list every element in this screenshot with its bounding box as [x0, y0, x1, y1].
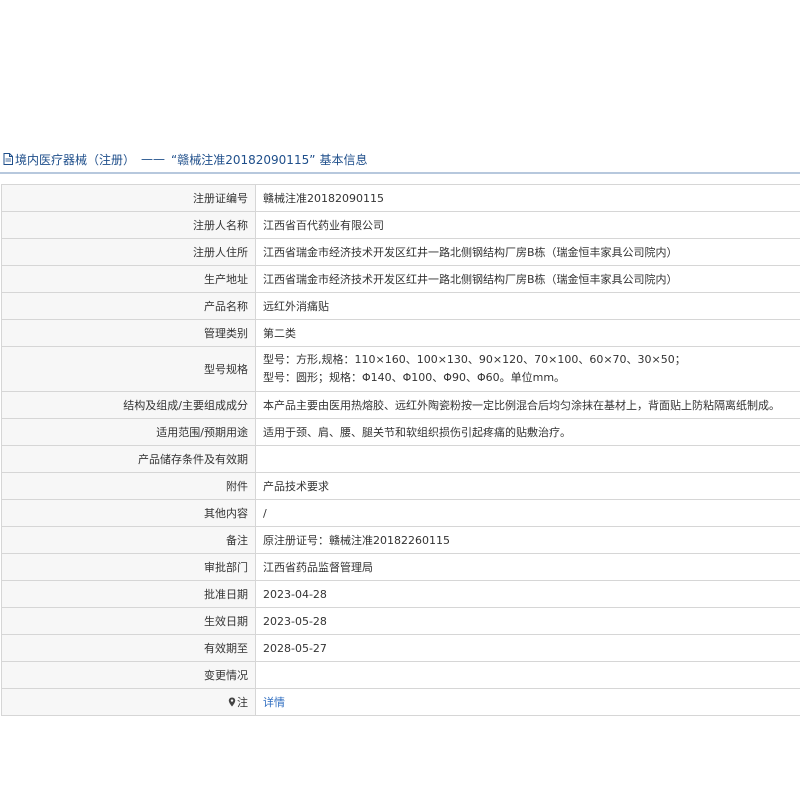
field-label: 批准日期: [1, 580, 256, 608]
note-label: 注: [1, 688, 256, 716]
field-label: 产品名称: [1, 292, 256, 320]
field-label: 注册证编号: [1, 184, 256, 212]
table-row: 注 详情: [1, 688, 800, 716]
table-row: 注册人住所 江西省瑞金市经济技术开发区红井一路北侧钢结构厂房B栋（瑞金恒丰家具公…: [1, 238, 800, 266]
table-row: 型号规格 型号：方形,规格：110×160、100×130、90×120、70×…: [1, 346, 800, 392]
field-value: 江西省瑞金市经济技术开发区红井一路北侧钢结构厂房B栋（瑞金恒丰家具公司院内）: [255, 265, 800, 293]
table-row: 有效期至 2028-05-27: [1, 634, 800, 662]
field-label: 生产地址: [1, 265, 256, 293]
field-value: [255, 661, 800, 689]
field-value: 本产品主要由医用热熔胶、远红外陶瓷粉按一定比例混合后均匀涂抹在基材上，背面贴上防…: [255, 391, 800, 419]
field-label: 注册人住所: [1, 238, 256, 266]
field-label: 备注: [1, 526, 256, 554]
field-label: 适用范围/预期用途: [1, 418, 256, 446]
table-row: 附件 产品技术要求: [1, 472, 800, 500]
table-row: 批准日期 2023-04-28: [1, 580, 800, 608]
field-label: 其他内容: [1, 499, 256, 527]
note-label-text: 注: [237, 696, 248, 709]
table-row: 产品储存条件及有效期: [1, 445, 800, 473]
field-value: 第二类: [255, 319, 800, 347]
title-registration-number: “赣械注准20182090115”: [171, 152, 316, 167]
title-suffix: 基本信息: [319, 152, 368, 167]
table-row: 管理类别 第二类: [1, 319, 800, 347]
table-row: 注册人名称 江西省百代药业有限公司: [1, 211, 800, 239]
basic-info-table: 注册证编号 赣械注准20182090115 注册人名称 江西省百代药业有限公司 …: [1, 184, 800, 716]
field-value: [255, 445, 800, 473]
model-spec-line: 型号：方形,规格：110×160、100×130、90×120、70×100、6…: [263, 353, 686, 366]
field-value: 2023-05-28: [255, 607, 800, 635]
field-value: 远红外消痛贴: [255, 292, 800, 320]
field-label: 附件: [1, 472, 256, 500]
title-divider: [0, 172, 800, 174]
field-value: 2028-05-27: [255, 634, 800, 662]
table-row: 备注 原注册证号：赣械注准20182260115: [1, 526, 800, 554]
field-label: 注册人名称: [1, 211, 256, 239]
table-row: 变更情况: [1, 661, 800, 689]
field-value: 详情: [255, 688, 800, 716]
table-row: 其他内容 /: [1, 499, 800, 527]
field-label: 变更情况: [1, 661, 256, 689]
field-value: 江西省瑞金市经济技术开发区红井一路北侧钢结构厂房B栋（瑞金恒丰家具公司院内）: [255, 238, 800, 266]
table-row: 生效日期 2023-05-28: [1, 607, 800, 635]
table-row: 生产地址 江西省瑞金市经济技术开发区红井一路北侧钢结构厂房B栋（瑞金恒丰家具公司…: [1, 265, 800, 293]
field-value: 赣械注准20182090115: [255, 184, 800, 212]
page-title: 境内医疗器械（注册） —— “赣械注准20182090115” 基本信息: [0, 146, 800, 172]
pin-icon: [228, 697, 236, 707]
title-category: 境内医疗器械（注册）: [15, 152, 136, 167]
details-link[interactable]: 详情: [263, 696, 285, 709]
title-separator: ——: [141, 152, 166, 166]
document-icon: [3, 153, 13, 165]
field-label: 型号规格: [1, 346, 256, 392]
model-spec-line: 型号：圆形；规格：Φ140、Φ100、Φ90、Φ60。单位mm。: [263, 371, 566, 384]
field-value: 型号：方形,规格：110×160、100×130、90×120、70×100、6…: [255, 346, 800, 392]
field-label: 产品储存条件及有效期: [1, 445, 256, 473]
field-label: 管理类别: [1, 319, 256, 347]
field-value: 2023-04-28: [255, 580, 800, 608]
field-value: 江西省药品监督管理局: [255, 553, 800, 581]
table-row: 结构及组成/主要组成成分 本产品主要由医用热熔胶、远红外陶瓷粉按一定比例混合后均…: [1, 391, 800, 419]
table-row: 注册证编号 赣械注准20182090115: [1, 184, 800, 212]
field-label: 有效期至: [1, 634, 256, 662]
field-value: 江西省百代药业有限公司: [255, 211, 800, 239]
field-value: /: [255, 499, 800, 527]
field-value: 原注册证号：赣械注准20182260115: [255, 526, 800, 554]
field-label: 生效日期: [1, 607, 256, 635]
field-label: 审批部门: [1, 553, 256, 581]
field-value: 产品技术要求: [255, 472, 800, 500]
table-row: 审批部门 江西省药品监督管理局: [1, 553, 800, 581]
table-row: 适用范围/预期用途 适用于颈、肩、腰、腿关节和软组织损伤引起疼痛的贴敷治疗。: [1, 418, 800, 446]
table-row: 产品名称 远红外消痛贴: [1, 292, 800, 320]
field-label: 结构及组成/主要组成成分: [1, 391, 256, 419]
field-value: 适用于颈、肩、腰、腿关节和软组织损伤引起疼痛的贴敷治疗。: [255, 418, 800, 446]
